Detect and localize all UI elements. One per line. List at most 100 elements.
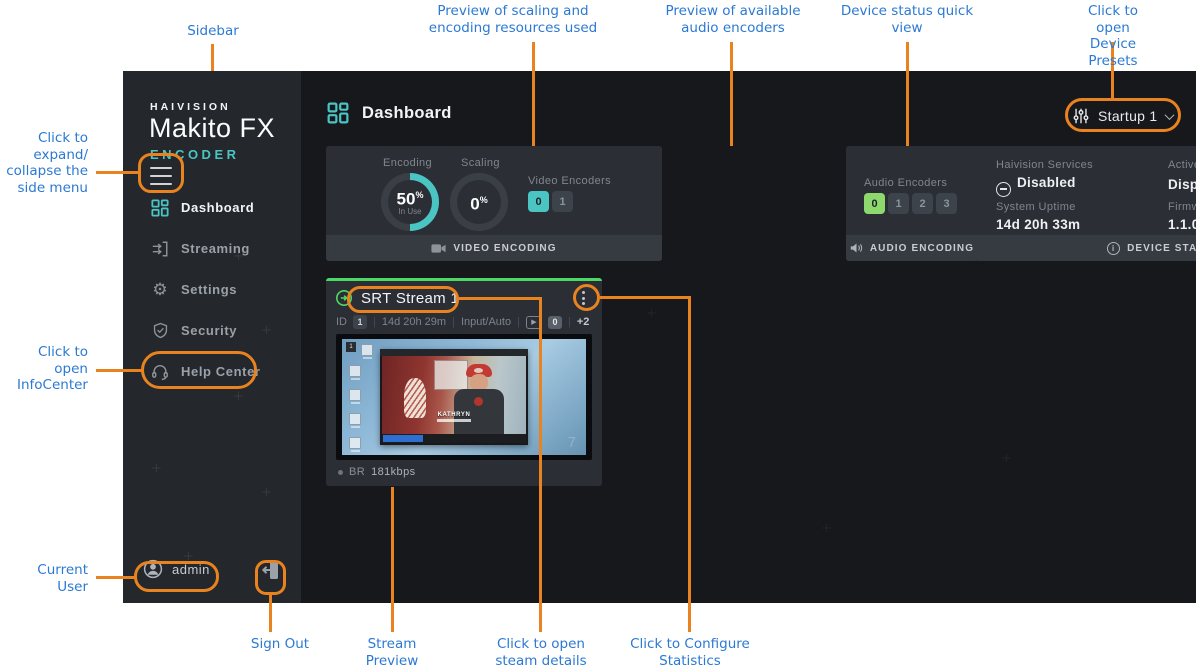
- dashboard-grid-icon: [150, 198, 170, 218]
- gear-icon: ⚙: [150, 280, 170, 300]
- stream-id-label: ID: [336, 316, 347, 328]
- video-encoding-footer: VIDEO ENCODING: [326, 235, 662, 261]
- annotation-line-sign-out: [269, 594, 272, 632]
- product-type: ENCODER: [150, 147, 240, 162]
- audio-encoders-label: Audio Encoders: [864, 177, 947, 189]
- active-input-value: DisplayPort: [1168, 177, 1196, 192]
- device-presets-button[interactable]: Startup 1: [1072, 102, 1178, 130]
- preview-video-window: KATHRYN: [380, 349, 528, 445]
- video-caption: KATHRYN: [382, 412, 526, 422]
- annotation-stream-details: Click to open steam details: [495, 636, 586, 669]
- video-encoder-badge-0[interactable]: 0: [528, 191, 549, 212]
- info-icon: i: [1107, 242, 1120, 255]
- annotation-line-stream-details-h: [459, 297, 542, 300]
- sidebar-item-label: Help Center: [181, 364, 261, 379]
- brand-name: HAIVISION: [150, 101, 231, 113]
- main-content: + + + + Dashboard: [301, 71, 1196, 603]
- annotation-sidebar: Sidebar: [187, 23, 239, 40]
- stream-statistics-menu-button[interactable]: [574, 288, 592, 308]
- encoding-in-use-label: In Use: [398, 207, 421, 216]
- current-user[interactable]: admin: [143, 559, 210, 579]
- stream-status-bar: [326, 278, 602, 281]
- sidebar-item-label: Settings: [181, 282, 237, 297]
- annotation-line-statistics-v: [688, 296, 691, 632]
- stream-title[interactable]: SRT Stream 1: [361, 290, 459, 307]
- page-title: Dashboard: [362, 104, 452, 123]
- annotation-line-stream-preview: [391, 487, 394, 632]
- decor-plus: +: [646, 306, 657, 321]
- system-uptime-label: System Uptime: [996, 201, 1076, 213]
- sidebar-item-help-center[interactable]: Help Center: [123, 351, 301, 392]
- annotation-line-infocenter: [96, 369, 142, 372]
- speaker-icon: [850, 242, 863, 254]
- audio-encoder-badges: 0 1 2 3: [864, 193, 957, 214]
- hamburger-icon: [150, 167, 172, 169]
- sidebar-item-security[interactable]: Security: [123, 310, 301, 351]
- sign-out-button[interactable]: [261, 559, 281, 581]
- annotation-line-scaling-encoding: [532, 42, 535, 146]
- annotation-line-sidebar: [211, 44, 214, 71]
- sign-out-icon: [261, 559, 281, 581]
- decor-plus: +: [151, 461, 162, 476]
- sidebar-item-label: Dashboard: [181, 200, 254, 215]
- preview-desktop-badge: 1: [346, 342, 356, 352]
- bitrate-dot-icon: [338, 470, 343, 475]
- stream-input: Input/Auto: [461, 316, 511, 328]
- desktop-file-icon: [349, 365, 361, 377]
- system-uptime-value: 14d 20h 33m: [996, 217, 1080, 232]
- headset-icon: [150, 362, 170, 382]
- menu-toggle-button[interactable]: [147, 163, 177, 189]
- audio-encoder-badge-3[interactable]: 3: [936, 193, 957, 214]
- stream-preview-image[interactable]: 1 7: [336, 334, 592, 460]
- sidebar: + + + + + + HAIVISION Makito FX ENCODER: [123, 71, 301, 603]
- preset-name: Startup 1: [1098, 108, 1158, 124]
- encoding-usage-gauge: 50% In Use: [381, 173, 439, 231]
- audio-encoder-badge-1[interactable]: 1: [888, 193, 909, 214]
- desktop-file-icon: [349, 413, 361, 425]
- video-encoder-badges: 0 1: [528, 191, 573, 212]
- audio-encoding-card: Audio Encoders 0 1 2 3 AUDIO ENCODING: [846, 146, 978, 261]
- decor-plus: +: [261, 485, 272, 500]
- firmware-value: 1.1.0-17: [1168, 217, 1196, 232]
- annotated-screenshot: Sidebar Preview of scaling and encoding …: [0, 0, 1196, 669]
- stream-encoder-badge: 0: [548, 316, 562, 329]
- presets-sliders-icon: [1072, 107, 1090, 125]
- desktop-file-icon: [349, 437, 361, 449]
- annotation-audio-encoders: Preview of available audio encoders: [665, 3, 800, 36]
- scaling-percent-value: 0: [470, 194, 479, 213]
- decor-plus: +: [1001, 451, 1012, 466]
- audio-encoder-badge-2[interactable]: 2: [912, 193, 933, 214]
- annotation-infocenter: Click to open InfoCenter: [0, 344, 88, 394]
- video-encoders-label: Video Encoders: [528, 175, 611, 187]
- annotation-line-current-user: [96, 576, 135, 579]
- desktop-file-icon: [361, 344, 373, 356]
- sidebar-item-dashboard[interactable]: Dashboard: [123, 187, 301, 228]
- chevron-down-icon: [1164, 110, 1174, 120]
- annotation-line-audio: [730, 42, 733, 146]
- annotation-device-presets: Click to open Device Presets: [1072, 3, 1155, 69]
- stream-meta-row: ID 1 | 14d 20h 29m | Input/Auto | ▶ 0 | …: [336, 315, 589, 329]
- video-encoder-badge-1[interactable]: 1: [552, 191, 573, 212]
- disabled-icon: [996, 182, 1011, 197]
- sidebar-item-settings[interactable]: ⚙ Settings: [123, 269, 301, 310]
- stream-bitrate-row: BR 181kbps: [338, 466, 415, 478]
- preview-video-scene: KATHRYN: [382, 356, 526, 434]
- audio-encoder-badge-0[interactable]: 0: [864, 193, 885, 214]
- stream-status-icon: [335, 289, 353, 307]
- firmware-label: Firmware: [1168, 201, 1196, 213]
- sidebar-footer: admin: [123, 559, 301, 591]
- stream-uptime: 14d 20h 29m: [382, 316, 446, 328]
- product-name: Makito FX: [149, 113, 275, 144]
- device-status-footer: i DEVICE STATUS: [975, 235, 1196, 261]
- haivision-services-value: Disabled: [996, 175, 1076, 197]
- annotation-device-status: Device status quick view: [841, 3, 973, 36]
- scaling-usage-gauge: 0%: [450, 173, 508, 231]
- audio-encoding-footer: AUDIO ENCODING: [846, 235, 978, 261]
- sidebar-item-label: Security: [181, 323, 237, 338]
- bitrate-value: 181kbps: [371, 466, 415, 478]
- annotation-sign-out: Sign Out: [251, 636, 309, 653]
- stream-id-badge: 1: [353, 315, 367, 329]
- sidebar-item-streaming[interactable]: Streaming: [123, 228, 301, 269]
- sidebar-item-label: Streaming: [181, 241, 250, 256]
- annotation-line-device-status: [906, 42, 909, 146]
